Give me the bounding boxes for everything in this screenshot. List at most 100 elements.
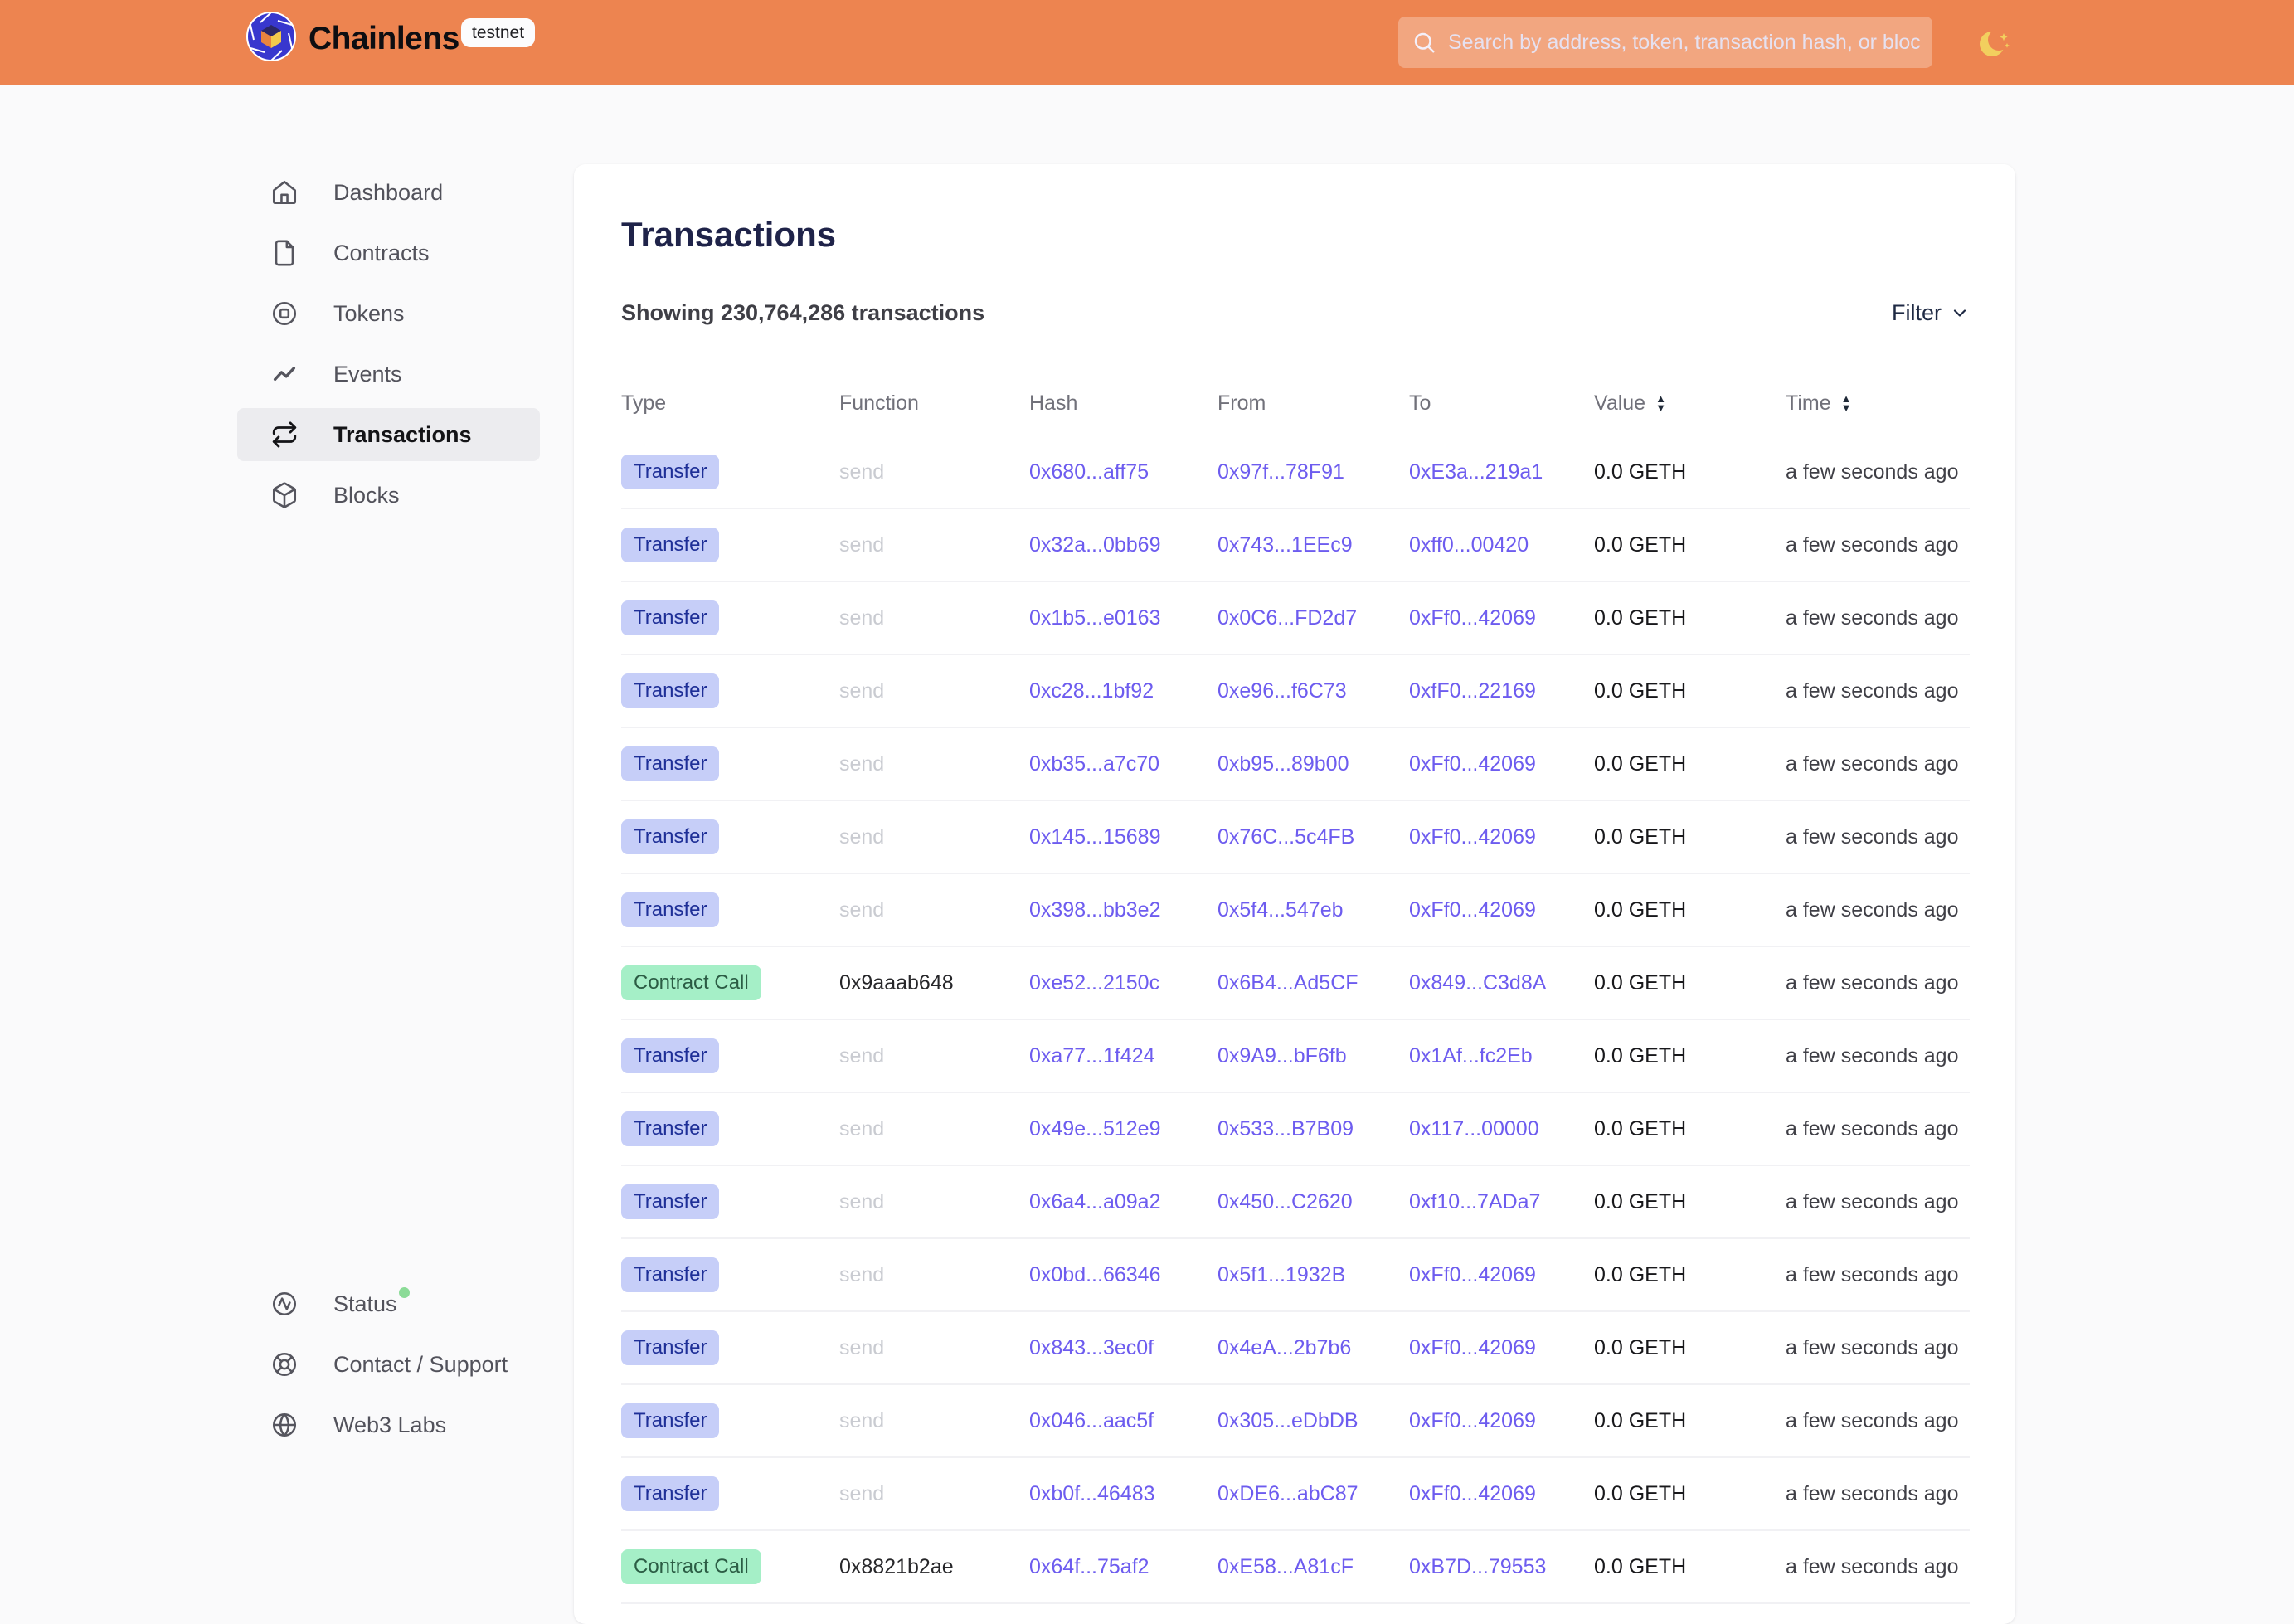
repeat-icon [270, 421, 299, 449]
sidebar-item-label: Events [333, 362, 402, 387]
sidebar-item-status[interactable]: Status [237, 1277, 540, 1330]
sidebar-item-contact-support[interactable]: Contact / Support [237, 1338, 540, 1391]
tx-to-link[interactable]: 0xE3a...219a1 [1409, 460, 1543, 484]
tx-hash-link[interactable]: 0x145...15689 [1029, 825, 1160, 848]
sidebar-item-blocks[interactable]: Blocks [237, 469, 540, 522]
column-header-from: From [1217, 391, 1409, 416]
tx-to-link[interactable]: 0x1Af...fc2Eb [1409, 1044, 1533, 1067]
sidebar-item-tokens[interactable]: Tokens [237, 287, 540, 340]
tx-hash-link[interactable]: 0x6a4...a09a2 [1029, 1190, 1160, 1213]
tx-from-link[interactable]: 0xe96...f6C73 [1217, 679, 1347, 703]
tx-from-link[interactable]: 0xb95...89b00 [1217, 752, 1349, 776]
tx-function: send [839, 1409, 1029, 1433]
tx-to-link[interactable]: 0xFf0...42069 [1409, 752, 1536, 776]
tx-from-link[interactable]: 0x4eA...2b7b6 [1217, 1336, 1351, 1359]
document-icon [270, 239, 299, 267]
tx-hash-link[interactable]: 0x64f...75af2 [1029, 1555, 1149, 1578]
tx-function: send [839, 1117, 1029, 1141]
tx-hash-link[interactable]: 0x1b5...e0163 [1029, 606, 1160, 630]
tx-from-link[interactable]: 0xE58...A81cF [1217, 1555, 1354, 1578]
sidebar-item-label: Contracts [333, 241, 430, 266]
tx-value: 0.0 GETH [1594, 1482, 1786, 1506]
network-badge: testnet [461, 18, 535, 47]
dark-mode-toggle[interactable] [1976, 25, 2014, 63]
table-row: Transfersend0xa77...1f4240x9A9...bF6fb0x… [621, 1020, 1970, 1093]
tx-hash-link[interactable]: 0x843...3ec0f [1029, 1336, 1154, 1359]
chainlens-logo[interactable]: Chainlens [245, 11, 459, 66]
tx-function: send [839, 825, 1029, 849]
tx-hash-link[interactable]: 0x0bd...66346 [1029, 1263, 1160, 1286]
tx-time: a few seconds ago [1786, 679, 1970, 703]
tx-from-link[interactable]: 0x533...B7B09 [1217, 1117, 1354, 1140]
tx-value: 0.0 GETH [1594, 1555, 1786, 1579]
sidebar-item-contracts[interactable]: Contracts [237, 226, 540, 280]
tx-function: send [839, 1190, 1029, 1214]
tx-type-badge: Transfer [621, 1111, 719, 1146]
tx-to-link[interactable]: 0xFf0...42069 [1409, 825, 1536, 848]
tx-from-link[interactable]: 0x305...eDbDB [1217, 1409, 1358, 1432]
tx-to-link[interactable]: 0xFf0...42069 [1409, 1409, 1536, 1432]
sidebar-item-web3-labs[interactable]: Web3 Labs [237, 1398, 540, 1451]
tx-from-link[interactable]: 0xDE6...abC87 [1217, 1482, 1358, 1505]
tx-from-link[interactable]: 0x97f...78F91 [1217, 460, 1344, 484]
tx-to-link[interactable]: 0xB7D...79553 [1409, 1555, 1546, 1578]
tx-hash-link[interactable]: 0x32a...0bb69 [1029, 533, 1160, 557]
tx-to-link[interactable]: 0xFf0...42069 [1409, 1336, 1536, 1359]
tx-to-link[interactable]: 0x849...C3d8A [1409, 971, 1546, 994]
tx-hash-link[interactable]: 0xa77...1f424 [1029, 1044, 1155, 1067]
tx-hash-link[interactable]: 0x680...aff75 [1029, 460, 1149, 484]
tx-function: send [839, 1044, 1029, 1068]
tx-from-link[interactable]: 0x6B4...Ad5CF [1217, 971, 1358, 994]
column-header-value[interactable]: Value▲▼ [1594, 391, 1786, 416]
token-icon [270, 299, 299, 328]
tx-type-badge: Contract Call [621, 965, 761, 1000]
tx-hash-link[interactable]: 0xb0f...46483 [1029, 1482, 1155, 1505]
sidebar-item-events[interactable]: Events [237, 348, 540, 401]
sidebar-item-transactions[interactable]: Transactions [237, 408, 540, 461]
tx-hash-link[interactable]: 0xc28...1bf92 [1029, 679, 1154, 703]
tx-to-link[interactable]: 0xfF0...22169 [1409, 679, 1536, 703]
tx-time: a few seconds ago [1786, 898, 1970, 922]
sidebar-item-dashboard[interactable]: Dashboard [237, 166, 540, 219]
tx-to-link[interactable]: 0xff0...00420 [1409, 533, 1529, 557]
sidebar-item-label: Transactions [333, 422, 472, 448]
table-row: Contract Call0x9aaab6480xe52...2150c0x6B… [621, 947, 1970, 1020]
tx-hash-link[interactable]: 0x046...aac5f [1029, 1409, 1154, 1432]
tx-type-badge: Transfer [621, 1330, 719, 1365]
tx-from-link[interactable]: 0x743...1EEc9 [1217, 533, 1353, 557]
sidebar-item-label: Status [333, 1291, 410, 1317]
filter-button[interactable]: Filter [1892, 300, 1970, 326]
tx-from-link[interactable]: 0x5f4...547eb [1217, 898, 1344, 921]
sort-icon[interactable]: ▲▼ [1655, 394, 1666, 412]
globe-icon [270, 1411, 299, 1439]
tx-from-link[interactable]: 0x450...C2620 [1217, 1190, 1353, 1213]
tx-from-link[interactable]: 0x76C...5c4FB [1217, 825, 1354, 848]
transactions-card: Transactions Showing 230,764,286 transac… [574, 164, 2015, 1624]
tx-to-link[interactable]: 0xFf0...42069 [1409, 1263, 1536, 1286]
tx-from-link[interactable]: 0x9A9...bF6fb [1217, 1044, 1347, 1067]
sidebar-item-label: Contact / Support [333, 1352, 508, 1378]
tx-value: 0.0 GETH [1594, 1117, 1786, 1141]
search-input[interactable] [1436, 31, 1932, 55]
tx-value: 0.0 GETH [1594, 971, 1786, 995]
tx-function: send [839, 1263, 1029, 1287]
tx-type-badge: Transfer [621, 673, 719, 708]
tx-to-link[interactable]: 0xFf0...42069 [1409, 898, 1536, 921]
sort-icon[interactable]: ▲▼ [1841, 394, 1852, 412]
tx-from-link[interactable]: 0x5f1...1932B [1217, 1263, 1345, 1286]
tx-hash-link[interactable]: 0xe52...2150c [1029, 971, 1159, 994]
tx-to-link[interactable]: 0xf10...7ADa7 [1409, 1190, 1540, 1213]
tx-value: 0.0 GETH [1594, 533, 1786, 557]
table-row: Transfersend0xc28...1bf920xe96...f6C730x… [621, 655, 1970, 728]
tx-to-link[interactable]: 0x117...00000 [1409, 1117, 1539, 1140]
tx-type-badge: Transfer [621, 819, 719, 854]
tx-time: a few seconds ago [1786, 1044, 1970, 1068]
tx-hash-link[interactable]: 0x398...bb3e2 [1029, 898, 1160, 921]
column-header-time[interactable]: Time▲▼ [1786, 391, 1970, 416]
tx-to-link[interactable]: 0xFf0...42069 [1409, 1482, 1536, 1505]
tx-from-link[interactable]: 0x0C6...FD2d7 [1217, 606, 1357, 630]
tx-hash-link[interactable]: 0x49e...512e9 [1029, 1117, 1160, 1140]
tx-hash-link[interactable]: 0xb35...a7c70 [1029, 752, 1159, 776]
tx-to-link[interactable]: 0xFf0...42069 [1409, 606, 1536, 630]
tx-value: 0.0 GETH [1594, 1190, 1786, 1214]
